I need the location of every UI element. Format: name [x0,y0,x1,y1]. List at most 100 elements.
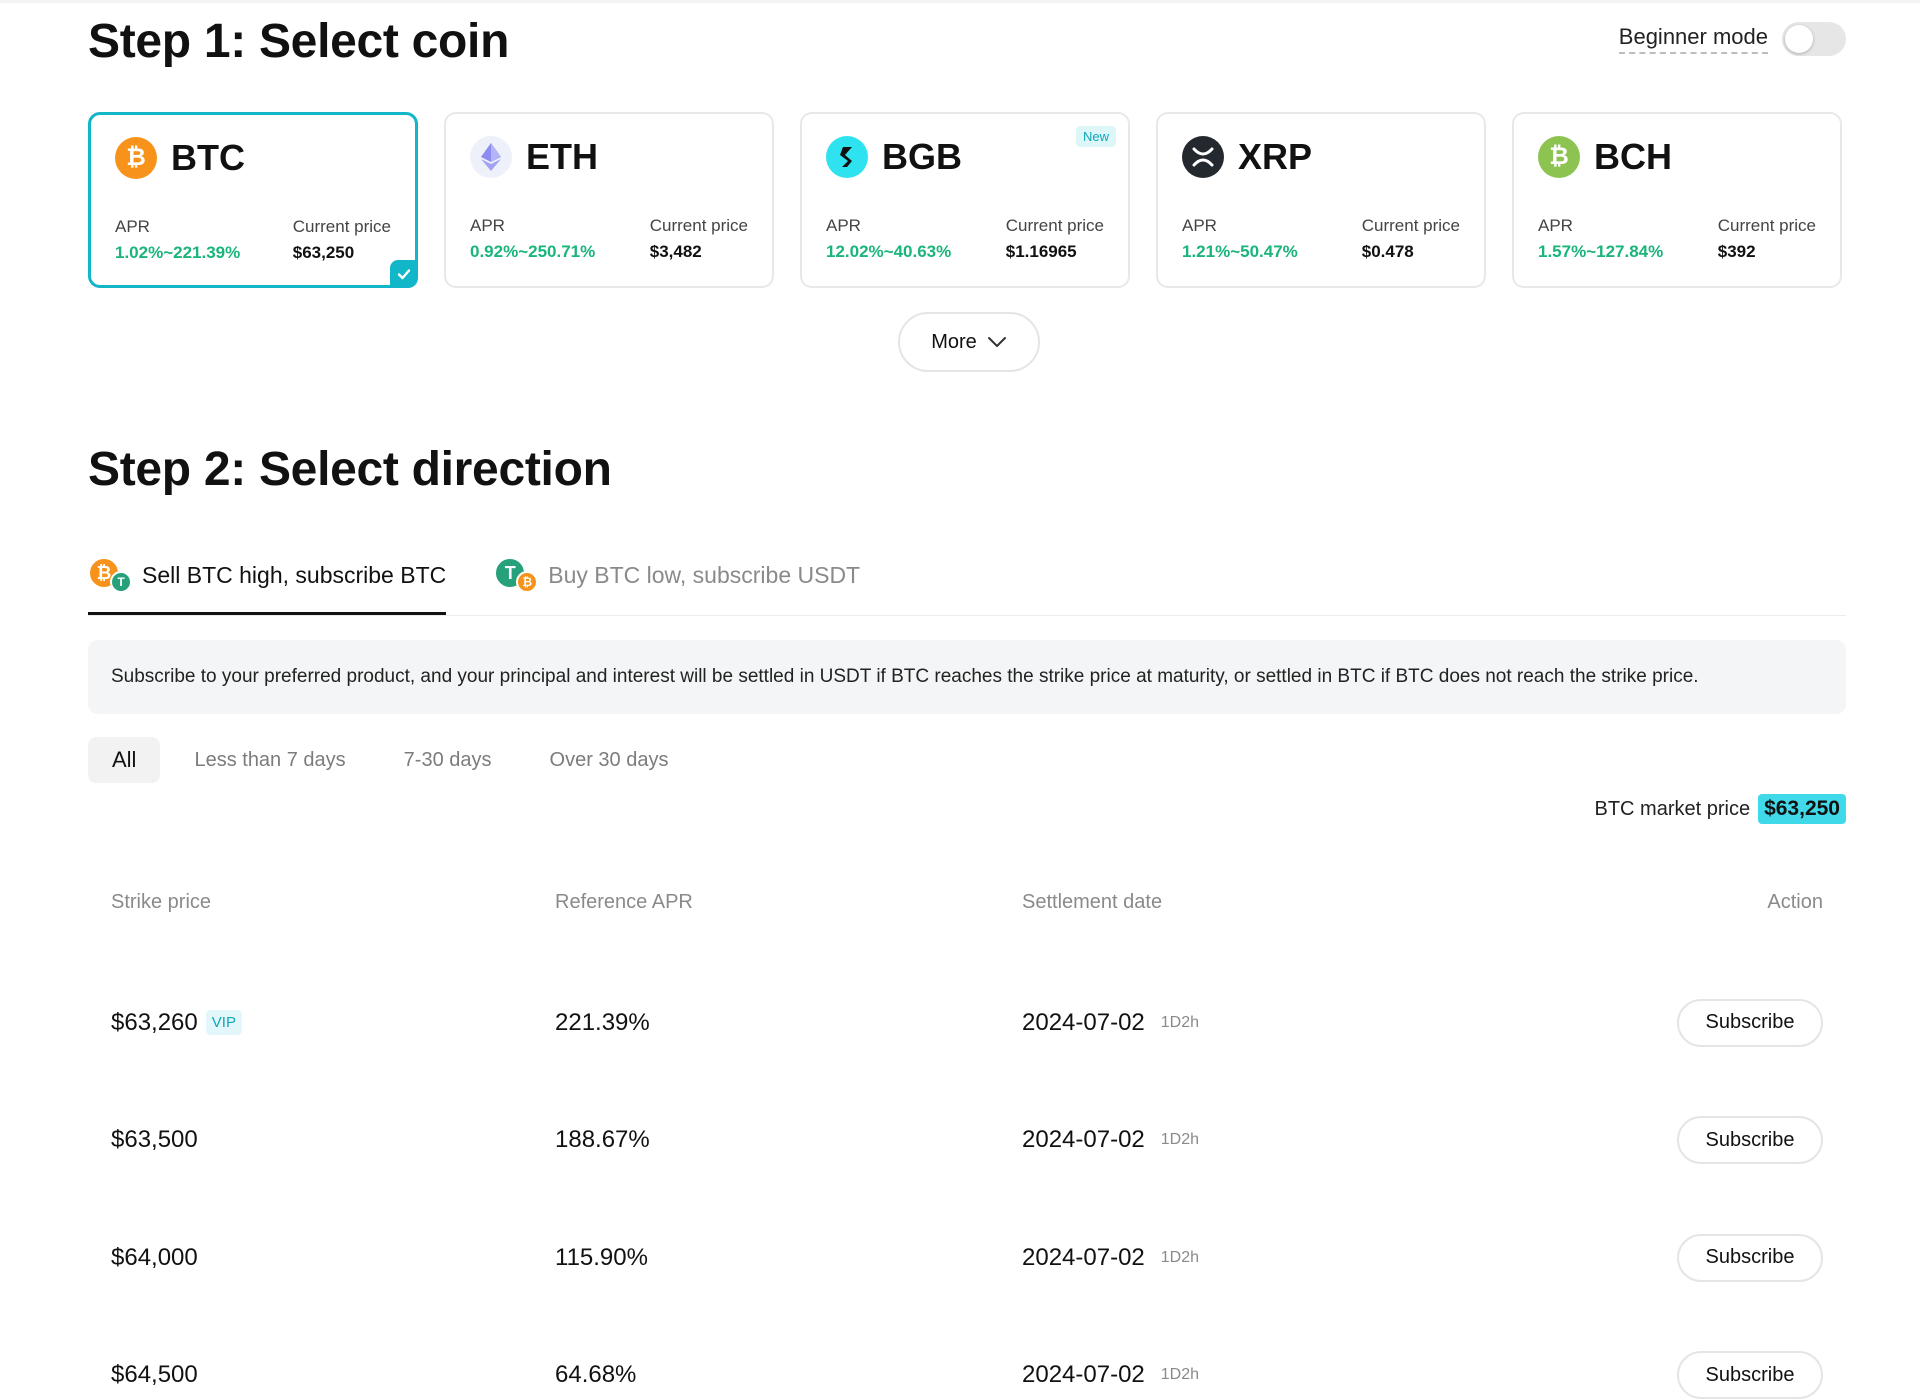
date-cell: 2024-07-02 1D2h [1022,1361,1522,1389]
vip-badge: VIP [205,1010,242,1036]
selected-check-icon [390,260,418,288]
date-cell: 2024-07-02 1D2h [1022,1126,1522,1154]
toggle-knob [1785,25,1813,53]
ethereum-icon [470,136,512,178]
coin-card-bgb[interactable]: New BGB APR 12.02%~40.63% Current price … [800,112,1130,288]
bitcoin-glyph: ₿ [126,144,146,171]
header-reference-apr: Reference APR [555,890,693,913]
coin-header: ₿ BCH [1538,136,1672,178]
bitcoin-cash-glyph: ₿ [1549,143,1569,170]
settlement-date: 2024-07-02 [1022,1361,1145,1389]
coin-card-eth[interactable]: ETH APR 0.92%~250.71% Current price $3,4… [444,112,774,288]
duration-chip: 1D2h [1160,1366,1200,1384]
info-description: Subscribe to your preferred product, and… [88,640,1846,714]
tab-sell-high[interactable]: ₿ T Sell BTC high, subscribe BTC [88,556,447,615]
beginner-mode-label[interactable]: Beginner mode [1618,24,1768,54]
coin-header: ETH [470,136,598,178]
price-value: $3,482 [649,242,702,261]
bitcoin-cash-icon: ₿ [1538,136,1580,178]
market-price-value: $63,250 [1758,794,1846,824]
table-header: Strike price Reference APR Settlement da… [88,880,1846,924]
duration-chip: 1D2h [1160,1013,1200,1031]
coin-name: BGB [882,136,962,177]
header-strike-price: Strike price [111,890,212,913]
beginner-mode-toggle[interactable] [1782,22,1846,56]
more-coins-button[interactable]: More [898,312,1040,372]
apr-cell: 64.68% [555,1361,637,1389]
coin-list: ₿ BTC APR 1.02%~221.39% Current price $6… [88,112,1842,288]
filter-all[interactable]: All [88,737,161,783]
price-label: Current price [1361,216,1460,235]
price-value: $392 [1717,242,1756,261]
settlement-date: 2024-07-02 [1022,1008,1145,1036]
coin-meta: APR 1.21%~50.47% Current price $0.478 [1182,216,1460,262]
settlement-date: 2024-07-02 [1022,1243,1145,1271]
table-row: $64,000 115.90% 2024-07-02 1D2h Subscrib… [88,1199,1846,1317]
strike-cell: $63,500 [88,1126,555,1154]
action-cell: Subscribe [1522,1233,1846,1282]
action-cell: Subscribe [1522,998,1846,1047]
duration-chip: 1D2h [1160,1131,1200,1149]
coin-header: ₿ BTC [115,137,245,179]
price-label: Current price [649,216,748,235]
coin-meta: APR 1.02%~221.39% Current price $63,250 [115,217,391,263]
coin-meta: APR 1.57%~127.84% Current price $392 [1538,216,1816,262]
bitget-icon [826,136,868,178]
apr-value: 1.21%~50.47% [1182,242,1298,261]
step1-title: Step 1: Select coin [88,15,510,68]
price-label: Current price [1717,216,1816,235]
filter-less-than-7-days[interactable]: Less than 7 days [170,737,369,783]
table-row: $63,260 VIP 221.39% 2024-07-02 1D2h Subs… [88,964,1846,1082]
action-cell: Subscribe [1522,1351,1846,1400]
apr-value: 12.02%~40.63% [826,242,952,261]
apr-cell: 115.90% [555,1243,648,1271]
top-divider [0,0,1920,3]
coin-header: BGB [826,136,962,178]
coin-card-xrp[interactable]: XRP APR 1.21%~50.47% Current price $0.47… [1156,112,1486,288]
strike-price: $63,260 [111,1008,198,1036]
subscribe-button[interactable]: Subscribe [1677,1233,1823,1282]
coin-header: XRP [1182,136,1312,178]
market-price-label: BTC market price [1594,797,1751,820]
subscribe-button[interactable]: Subscribe [1677,998,1823,1047]
header-action: Action [1767,890,1823,913]
beginner-mode: Beginner mode [1618,22,1846,56]
market-price: BTC market price $63,250 [1594,794,1846,824]
settlement-date: 2024-07-02 [1022,1126,1145,1154]
subscribe-button[interactable]: Subscribe [1677,1116,1823,1165]
apr-label: APR [115,217,150,236]
xrp-icon [1182,136,1224,178]
bitcoin-glyph: ₿ [522,575,533,589]
price-value: $1.16965 [1005,242,1077,261]
btc-usdt-pair-icon: ₿ T [88,557,134,593]
apr-label: APR [1182,216,1217,235]
duration-chip: 1D2h [1160,1248,1200,1266]
strike-cell: $64,500 [88,1361,555,1389]
filter-7-30-days[interactable]: 7-30 days [380,737,516,783]
coin-card-bch[interactable]: ₿ BCH APR 1.57%~127.84% Current price $3… [1512,112,1842,288]
date-cell: 2024-07-02 1D2h [1022,1244,1522,1272]
coin-card-btc[interactable]: ₿ BTC APR 1.02%~221.39% Current price $6… [88,112,418,288]
coin-meta: APR 0.92%~250.71% Current price $3,482 [470,216,748,262]
step2-title: Step 2: Select direction [88,443,612,496]
subscribe-button[interactable]: Subscribe [1677,1351,1823,1400]
price-label: Current price [292,217,391,236]
table-body: $63,260 VIP 221.39% 2024-07-02 1D2h Subs… [88,964,1846,1400]
filter-over-30-days[interactable]: Over 30 days [526,737,693,783]
price-label: Current price [1005,216,1104,235]
table-row: $64,500 64.68% 2024-07-02 1D2h Subscribe [88,1317,1846,1400]
price-value: $63,250 [292,243,355,262]
strike-cell: $64,000 [88,1244,555,1272]
tab-buy-low[interactable]: T ₿ Buy BTC low, subscribe USDT [494,556,860,594]
info-text: Subscribe to your preferred product, and… [111,666,1699,687]
coin-name: XRP [1238,136,1313,177]
strike-price: $64,500 [111,1361,198,1389]
apr-cell: 188.67% [555,1126,650,1154]
strike-cell: $63,260 VIP [88,1009,555,1037]
apr-label: APR [1538,216,1573,235]
strike-price: $63,500 [111,1126,198,1154]
apr-value: 1.57%~127.84% [1538,242,1664,261]
tab-label: Sell BTC high, subscribe BTC [142,561,447,588]
date-cell: 2024-07-02 1D2h [1022,1009,1522,1037]
strike-price: $64,000 [111,1243,198,1271]
